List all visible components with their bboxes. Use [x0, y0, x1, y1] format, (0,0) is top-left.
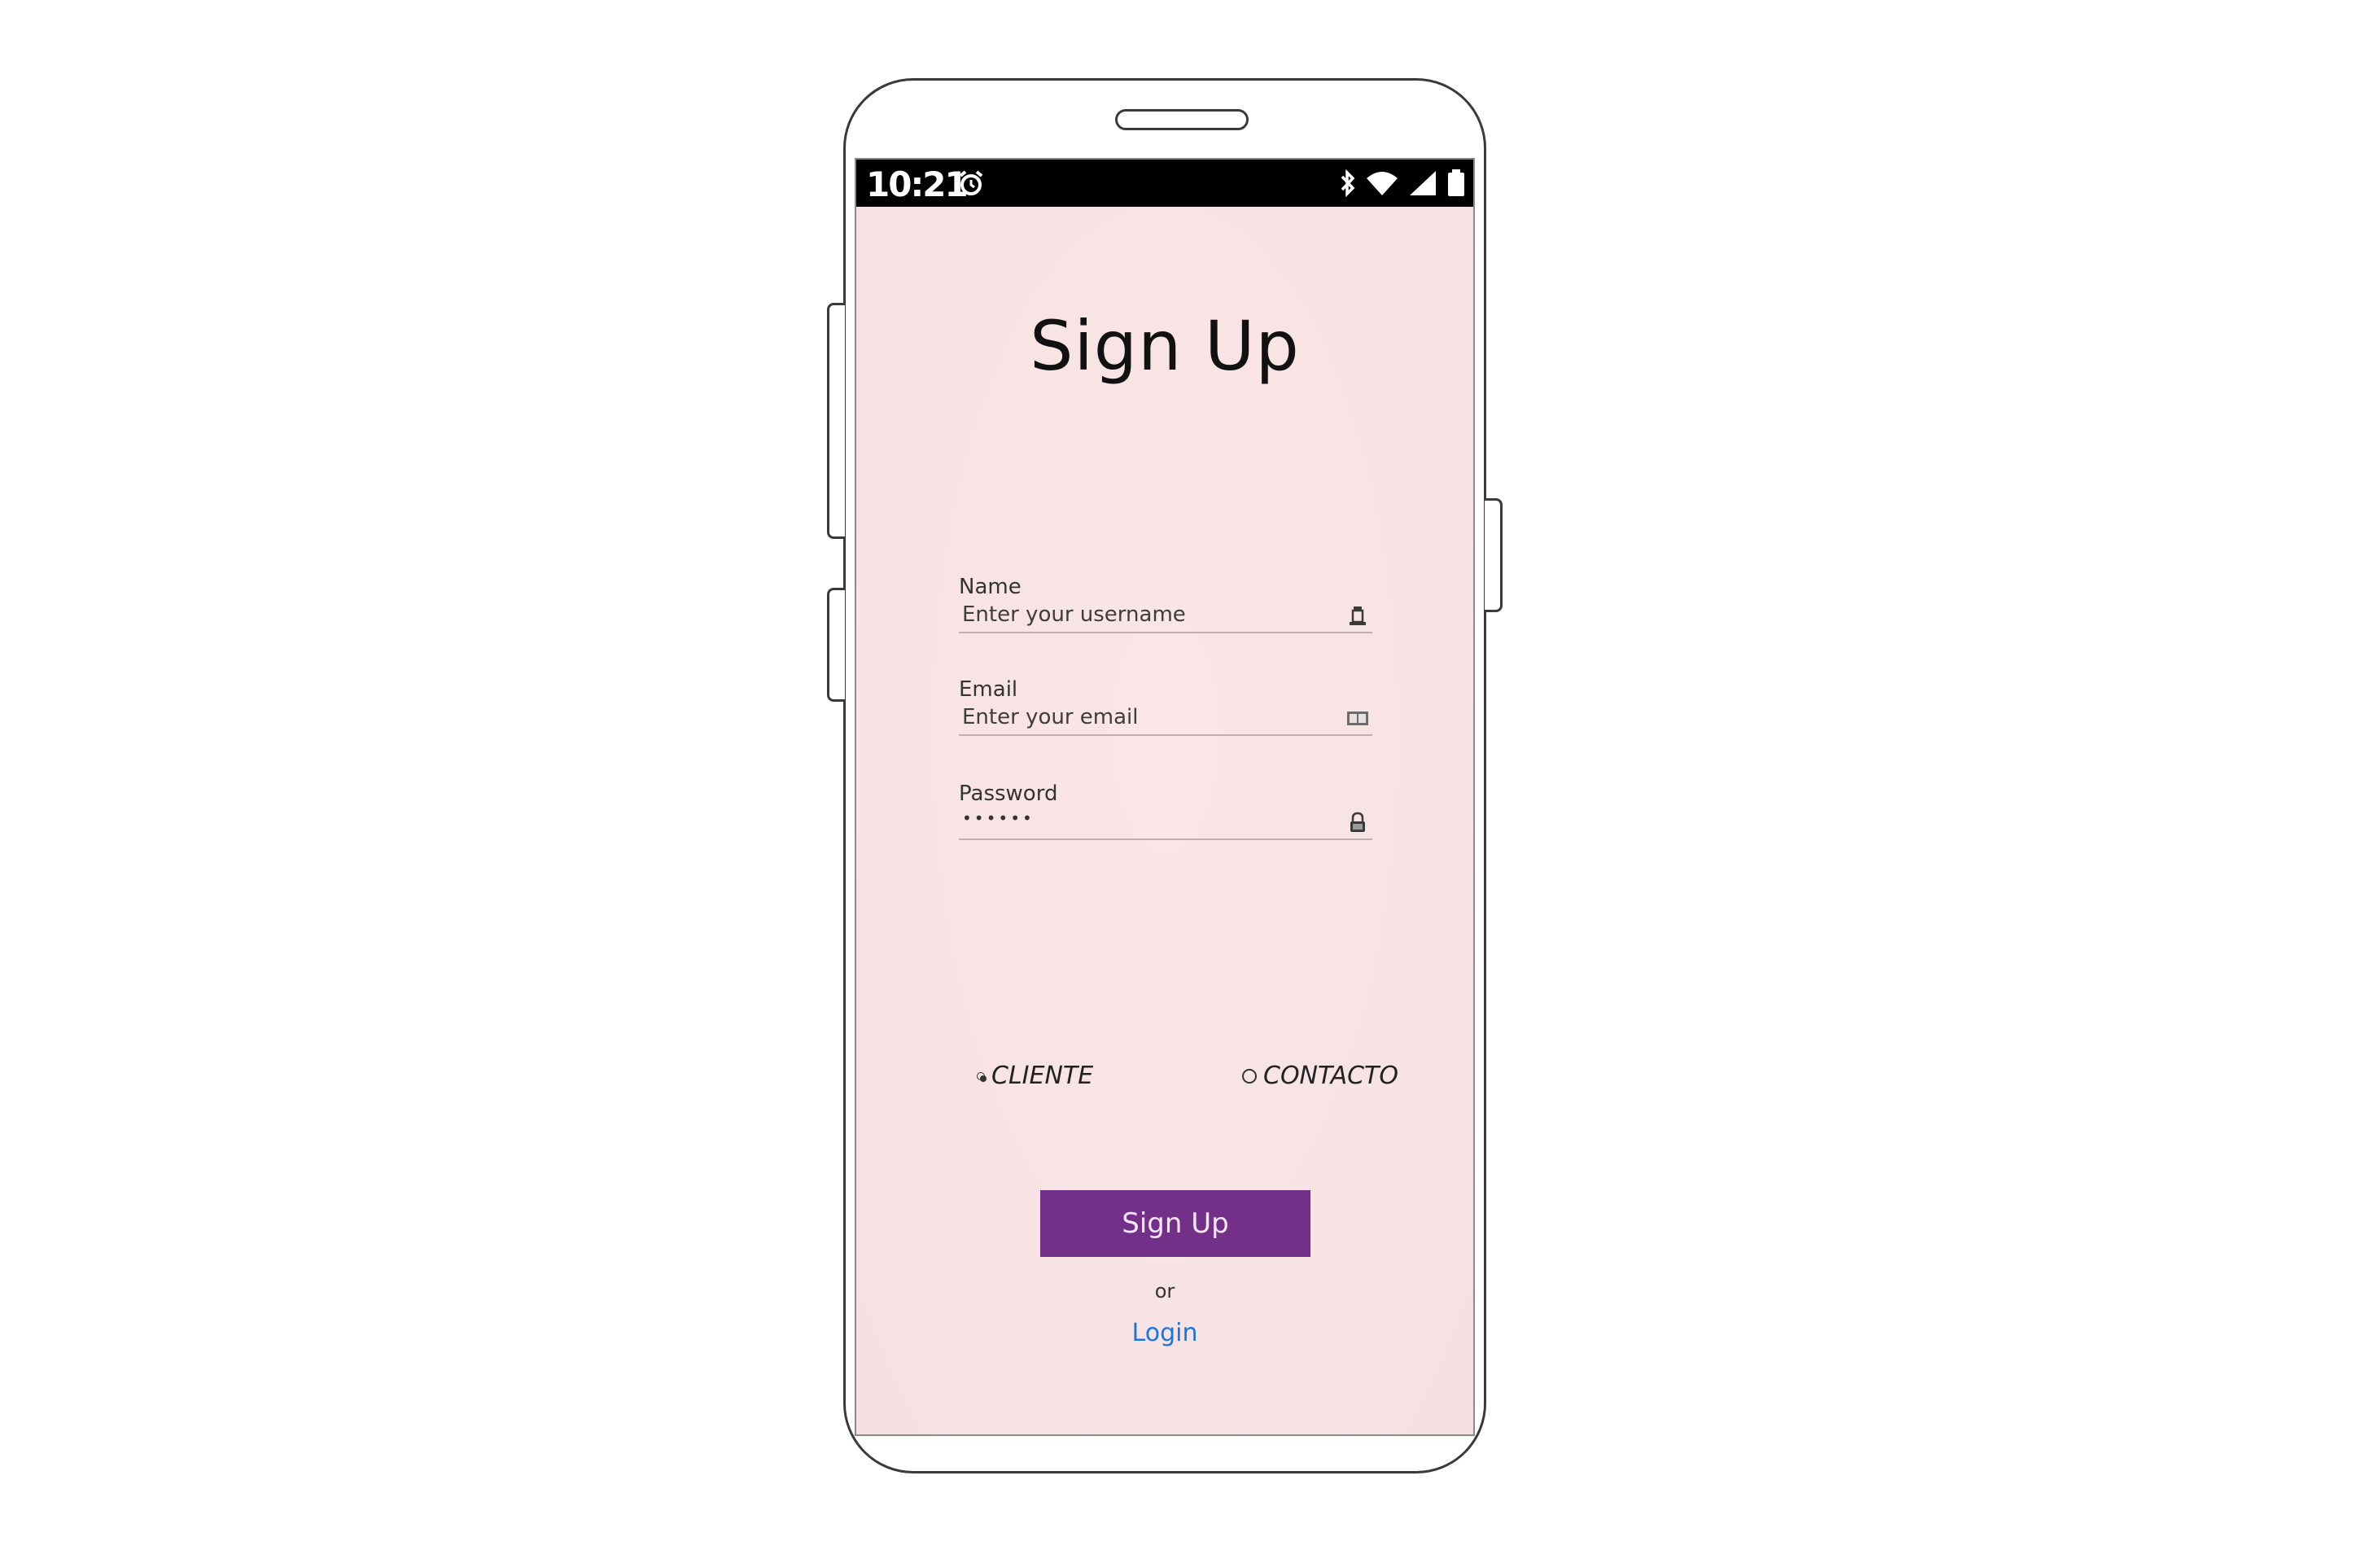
name-field-row: [959, 599, 1372, 633]
email-field-group: Email: [959, 677, 1372, 736]
user-icon: [1346, 604, 1369, 627]
password-label: Password: [959, 782, 1058, 806]
mail-icon: [1346, 707, 1369, 729]
password-input[interactable]: [962, 804, 1320, 832]
name-input[interactable]: [962, 601, 1320, 628]
radio-dot[interactable]: [1242, 1068, 1257, 1084]
cellular-signal-icon: [1408, 170, 1437, 196]
volume-down-button: [827, 588, 845, 702]
lock-icon: [1346, 811, 1369, 834]
role-radio-cliente[interactable]: CLIENTE: [977, 1062, 1093, 1090]
email-label: Email: [959, 677, 1018, 702]
email-field-row: [959, 702, 1372, 736]
role-radio-contacto[interactable]: CONTACTO: [1242, 1062, 1398, 1090]
earpiece-speaker: [1115, 109, 1249, 130]
phone-screen: 10:21 Sign Up Name Enter your username E…: [855, 158, 1475, 1436]
volume-up-button: [827, 303, 845, 539]
power-button: [1485, 498, 1503, 612]
bluetooth-icon: [1340, 169, 1356, 197]
status-icons: [1340, 168, 1465, 199]
role-radio-label: CONTACTO: [1263, 1062, 1398, 1090]
wifi-icon: [1366, 170, 1398, 196]
name-label: Name: [959, 575, 1022, 599]
alarm-icon: [957, 169, 985, 197]
login-link[interactable]: Login: [856, 1319, 1473, 1347]
or-divider-text: or: [1154, 1280, 1175, 1303]
email-input[interactable]: [962, 703, 1320, 731]
sign-up-button[interactable]: Sign Up: [1040, 1190, 1310, 1257]
password-field-group: Password: [959, 782, 1372, 840]
status-bar: 10:21: [856, 160, 1473, 207]
page-title: Sign Up: [1030, 306, 1300, 386]
password-field-row: [959, 804, 1372, 840]
radio-dot[interactable]: [977, 1071, 987, 1082]
status-time: 10:21: [866, 164, 969, 204]
battery-icon: [1447, 169, 1465, 197]
role-radio-label: CLIENTE: [991, 1062, 1094, 1090]
name-field-group: Name: [959, 575, 1372, 633]
